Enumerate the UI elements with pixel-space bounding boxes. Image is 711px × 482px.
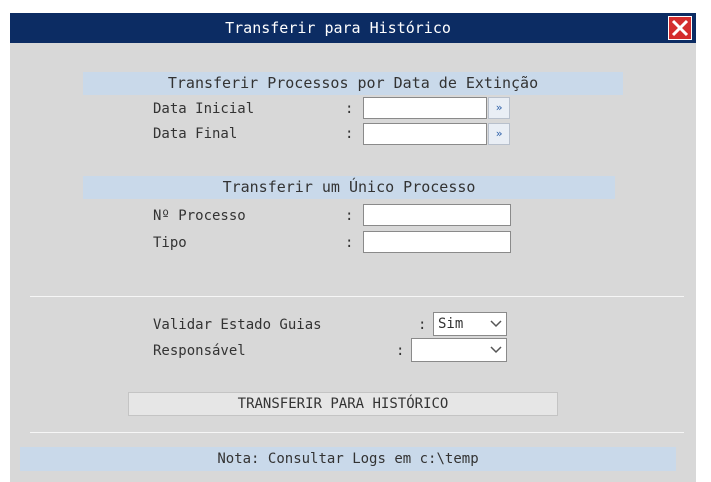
divider-bottom — [30, 432, 684, 433]
chevron-down-icon — [490, 346, 502, 354]
end-date-colon: : — [345, 126, 354, 142]
process-type-label: Tipo — [153, 235, 187, 251]
title-bar: Transferir para Histórico — [10, 13, 696, 43]
start-date-label: Data Inicial — [153, 101, 255, 117]
responsible-select[interactable] — [411, 338, 507, 362]
validate-guides-label: Validar Estado Guias — [153, 317, 322, 333]
dialog-panel: Transferir Processos por Data de Extinçã… — [10, 43, 696, 482]
start-date-colon: : — [345, 101, 354, 117]
end-date-input[interactable] — [363, 123, 487, 145]
transfer-to-history-button[interactable]: TRANSFERIR PARA HISTÓRICO — [128, 392, 558, 416]
double-chevron-right-icon: » — [495, 101, 503, 114]
validate-guides-value: Sim — [438, 316, 464, 332]
process-number-colon: : — [345, 208, 354, 224]
process-number-label: Nº Processo — [153, 208, 246, 224]
close-button[interactable] — [668, 16, 692, 40]
section-header-by-date: Transferir Processos por Data de Extinçã… — [83, 72, 623, 95]
close-x-icon — [671, 19, 689, 37]
end-date-label: Data Final — [153, 126, 238, 142]
responsible-colon: : — [396, 343, 405, 359]
logs-note: Nota: Consultar Logs em c:\temp — [20, 447, 676, 471]
transfer-history-window: Transferir para Histórico Transferir Pro… — [0, 0, 711, 482]
start-date-input[interactable] — [363, 97, 487, 119]
start-date-picker-button[interactable]: » — [488, 97, 510, 119]
validate-guides-select[interactable]: Sim — [433, 312, 507, 336]
end-date-picker-button[interactable]: » — [488, 123, 510, 145]
double-chevron-right-icon: » — [495, 127, 503, 140]
section-header-single-process: Transferir um Único Processo — [83, 176, 615, 199]
process-type-colon: : — [345, 235, 354, 251]
process-type-input[interactable] — [363, 231, 511, 253]
chevron-down-icon — [490, 320, 502, 328]
divider-top — [30, 296, 684, 297]
responsible-label: Responsável — [153, 343, 246, 359]
window-title: Transferir para Histórico — [225, 19, 451, 37]
validate-guides-colon: : — [418, 317, 427, 333]
process-number-input[interactable] — [363, 204, 511, 226]
